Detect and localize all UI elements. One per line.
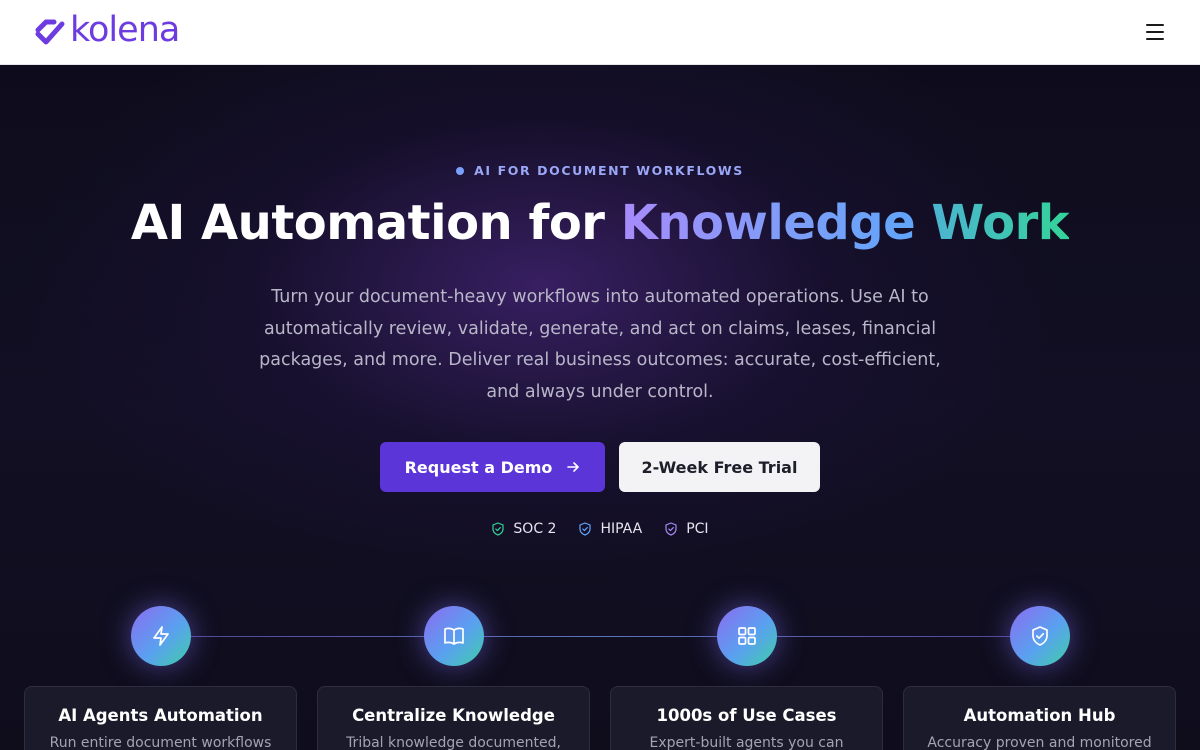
feature-node-knowledge: [424, 606, 484, 666]
hero-section: AI FOR DOCUMENT WORKFLOWS AI Automation …: [0, 65, 1200, 750]
grid-icon: [738, 627, 756, 645]
badge-label: PCI: [686, 521, 709, 537]
hero-eyebrow: AI FOR DOCUMENT WORKFLOWS: [0, 163, 1200, 178]
shield-check-icon: [579, 522, 592, 536]
timeline-connector: [160, 636, 1040, 637]
hero-subtitle: Turn your document-heavy workflows into …: [259, 287, 941, 402]
kolena-logo[interactable]: kolena: [32, 10, 180, 50]
feature-card-title: Automation Hub: [963, 706, 1116, 725]
request-demo-button[interactable]: Request a Demo: [380, 442, 605, 492]
feature-node-automation-hub: [1010, 606, 1070, 666]
feature-card-automation-hub[interactable]: Automation Hub Accuracy proven and monit…: [903, 686, 1176, 750]
feature-card-desc: Tribal knowledge documented,: [346, 735, 561, 750]
hamburger-menu-icon[interactable]: [1146, 20, 1170, 44]
badge-label: HIPAA: [600, 521, 643, 537]
free-trial-label: 2-Week Free Trial: [641, 457, 798, 477]
kolena-logo-mark-icon: [35, 19, 65, 45]
arrow-right-icon: [567, 462, 580, 472]
logo-text: kolena: [70, 10, 180, 50]
lightning-icon: [153, 626, 169, 646]
site-header: kolena: [0, 0, 1200, 65]
badge-soc2: SOC 2: [491, 521, 556, 537]
feature-card-title: 1000s of Use Cases: [656, 706, 837, 725]
shield-check-icon: [492, 522, 505, 536]
cta-row: Request a Demo 2-Week Free Trial: [0, 442, 1200, 492]
free-trial-button[interactable]: 2-Week Free Trial: [619, 442, 820, 492]
feature-card-use-cases[interactable]: 1000s of Use Cases Expert-built agents y…: [610, 686, 883, 750]
compliance-badges: SOC 2 HIPAA PCI: [0, 521, 1200, 537]
feature-node-ai-agents: [131, 606, 191, 666]
headline-accent-work: Work: [915, 195, 1070, 251]
badge-label: SOC 2: [513, 521, 557, 537]
feature-card-ai-agents[interactable]: AI Agents Automation Run entire document…: [24, 686, 297, 750]
request-demo-label: Request a Demo: [404, 457, 553, 477]
feature-card-desc: Accuracy proven and monitored: [927, 735, 1152, 750]
open-book-icon: [444, 627, 464, 645]
shield-check-icon: [665, 522, 677, 536]
headline-accent-knowledge: Knowledge: [620, 195, 916, 251]
eyebrow-dot-icon: [456, 166, 465, 175]
eyebrow-text: AI FOR DOCUMENT WORKFLOWS: [474, 163, 744, 178]
hero-headline: AI Automation for Knowledge Work: [0, 195, 1200, 251]
feature-card-title: AI Agents Automation: [58, 706, 263, 725]
badge-hipaa: HIPAA: [578, 521, 642, 537]
shield-check-icon: [1032, 626, 1048, 646]
feature-card-knowledge[interactable]: Centralize Knowledge Tribal knowledge do…: [317, 686, 590, 750]
feature-card-desc: Run entire document workflows: [49, 735, 272, 750]
headline-plain: AI Automation for: [130, 195, 621, 251]
feature-card-desc: Expert-built agents you can: [649, 735, 844, 750]
feature-card-title: Centralize Knowledge: [352, 706, 555, 725]
feature-node-use-cases: [717, 606, 777, 666]
badge-pci: PCI: [664, 521, 709, 537]
